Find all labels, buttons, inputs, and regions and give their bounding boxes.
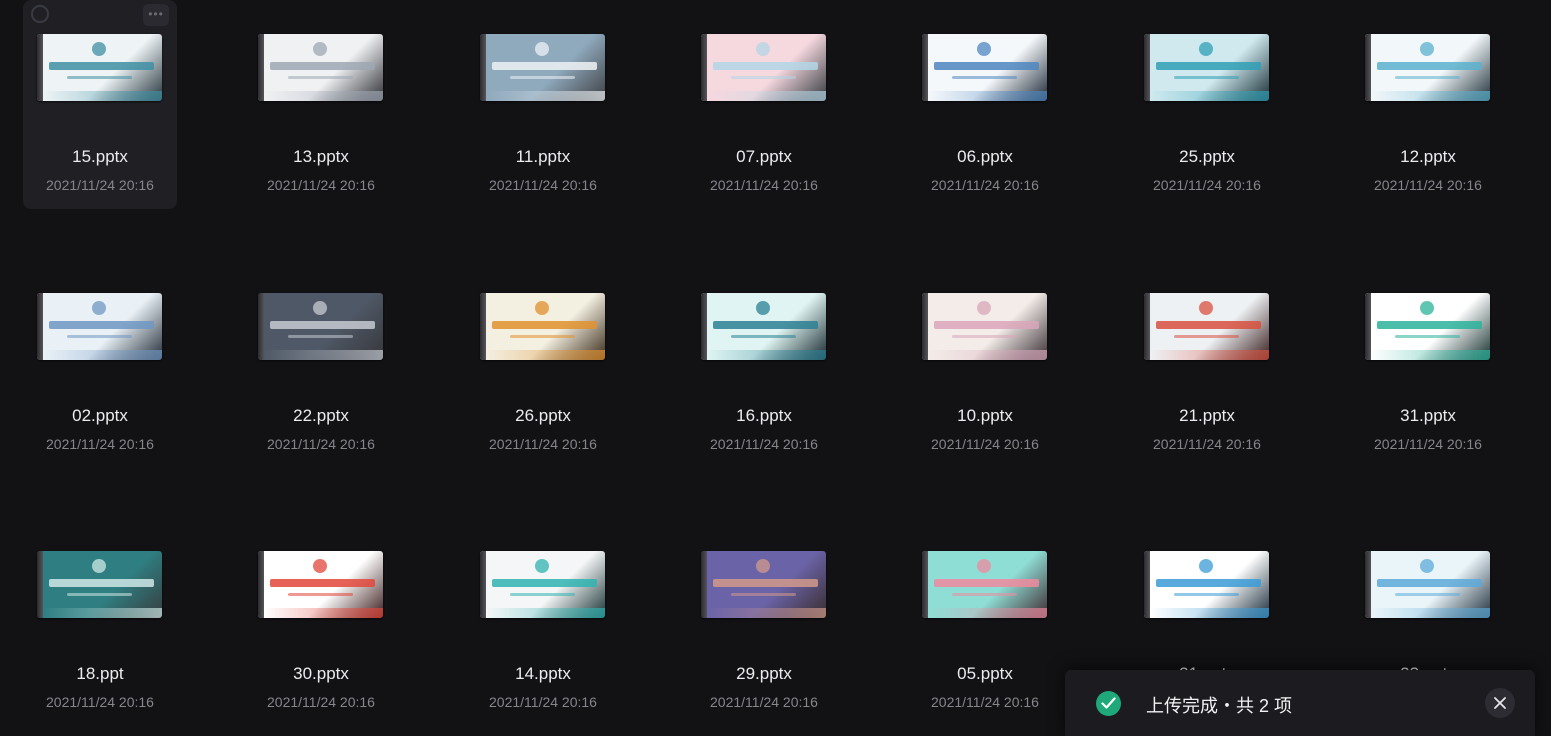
file-tile[interactable]: 31.pptx 2021/11/24 20:16	[1351, 259, 1505, 468]
file-name: 29.pptx	[736, 664, 792, 683]
file-date: 2021/11/24 20:16	[710, 436, 818, 452]
file-date: 2021/11/24 20:16	[931, 436, 1039, 452]
file-tile[interactable]: 13.pptx 2021/11/24 20:16	[244, 0, 398, 209]
ellipsis-icon[interactable]: •••	[143, 4, 169, 26]
file-name: 15.pptx	[72, 147, 128, 166]
file-thumbnail	[701, 293, 826, 360]
file-thumbnail	[922, 551, 1047, 618]
file-tile[interactable]: 07.pptx 2021/11/24 20:16	[687, 0, 841, 209]
file-date: 2021/11/24 20:16	[710, 694, 818, 710]
file-tile[interactable]: 16.pptx 2021/11/24 20:16	[687, 259, 841, 468]
file-tile[interactable]: 26.pptx 2021/11/24 20:16	[466, 259, 620, 468]
file-tile[interactable]: 10.pptx 2021/11/24 20:16	[908, 259, 1062, 468]
file-date: 2021/11/24 20:16	[931, 694, 1039, 710]
file-thumbnail	[480, 293, 605, 360]
file-thumbnail	[1144, 551, 1269, 618]
file-name: 30.pptx	[293, 664, 349, 683]
file-date: 2021/11/24 20:16	[267, 436, 375, 452]
circle-checkbox-icon[interactable]	[31, 5, 49, 23]
file-date: 2021/11/24 20:16	[46, 177, 154, 193]
file-thumbnail	[1365, 34, 1490, 101]
check-circle-icon	[1096, 691, 1121, 716]
file-thumbnail	[922, 293, 1047, 360]
file-tile[interactable]: 02.pptx 2021/11/24 20:16	[23, 259, 177, 468]
file-name: 26.pptx	[515, 406, 571, 425]
file-thumbnail	[922, 34, 1047, 101]
file-name: 22.pptx	[293, 406, 349, 425]
file-tile[interactable]: 18.ppt 2021/11/24 20:16	[23, 517, 177, 726]
file-tile[interactable]: 11.pptx 2021/11/24 20:16	[466, 0, 620, 209]
file-browser: ••• 15.pptx 2021/11/24 20:16 13.pptx 2021/11…	[0, 0, 1551, 736]
upload-toast: 上传完成・共 2 项	[1065, 670, 1535, 736]
file-name: 12.pptx	[1400, 147, 1456, 166]
file-tile[interactable]: 25.pptx 2021/11/24 20:16	[1130, 0, 1284, 209]
file-thumbnail	[37, 34, 162, 101]
close-icon	[1494, 697, 1506, 709]
file-name: 10.pptx	[957, 406, 1013, 425]
file-tile[interactable]: 06.pptx 2021/11/24 20:16	[908, 0, 1062, 209]
file-thumbnail	[258, 551, 383, 618]
file-date: 2021/11/24 20:16	[710, 177, 818, 193]
file-thumbnail	[1365, 293, 1490, 360]
toast-close-button[interactable]	[1485, 688, 1515, 718]
file-grid: ••• 15.pptx 2021/11/24 20:16 13.pptx 2021/11…	[0, 0, 1551, 736]
file-thumbnail	[480, 551, 605, 618]
file-date: 2021/11/24 20:16	[46, 694, 154, 710]
file-date: 2021/11/24 20:16	[267, 177, 375, 193]
file-name: 16.pptx	[736, 406, 792, 425]
file-date: 2021/11/24 20:16	[267, 694, 375, 710]
toast-message: 上传完成・共 2 项	[1146, 696, 1293, 716]
file-thumbnail	[258, 293, 383, 360]
file-tile[interactable]: 12.pptx 2021/11/24 20:16	[1351, 0, 1505, 209]
file-name: 18.ppt	[76, 664, 124, 683]
file-name: 25.pptx	[1179, 147, 1235, 166]
file-tile[interactable]: 30.pptx 2021/11/24 20:16	[244, 517, 398, 726]
file-tile[interactable]: 14.pptx 2021/11/24 20:16	[466, 517, 620, 726]
file-tile[interactable]: 21.pptx 2021/11/24 20:16	[1130, 259, 1284, 468]
file-name: 21.pptx	[1179, 406, 1235, 425]
file-name: 02.pptx	[72, 406, 128, 425]
file-name: 13.pptx	[293, 147, 349, 166]
file-thumbnail	[480, 34, 605, 101]
file-thumbnail	[701, 34, 826, 101]
file-date: 2021/11/24 20:16	[489, 436, 597, 452]
file-date: 2021/11/24 20:16	[46, 436, 154, 452]
file-thumbnail	[701, 551, 826, 618]
file-thumbnail	[258, 34, 383, 101]
file-thumbnail	[1144, 34, 1269, 101]
file-tile[interactable]: 29.pptx 2021/11/24 20:16	[687, 517, 841, 726]
file-name: 06.pptx	[957, 147, 1013, 166]
file-tile[interactable]: 22.pptx 2021/11/24 20:16	[244, 259, 398, 468]
file-thumbnail	[1144, 293, 1269, 360]
file-thumbnail	[1365, 551, 1490, 618]
file-tile[interactable]: ••• 15.pptx 2021/11/24 20:16	[23, 0, 177, 209]
file-date: 2021/11/24 20:16	[489, 177, 597, 193]
file-thumbnail	[37, 551, 162, 618]
file-date: 2021/11/24 20:16	[1374, 177, 1482, 193]
file-thumbnail	[37, 293, 162, 360]
file-name: 05.pptx	[957, 664, 1013, 683]
file-date: 2021/11/24 20:16	[1153, 436, 1261, 452]
file-date: 2021/11/24 20:16	[1374, 436, 1482, 452]
file-tile[interactable]: 05.pptx 2021/11/24 20:16	[908, 517, 1062, 726]
file-date: 2021/11/24 20:16	[489, 694, 597, 710]
file-name: 07.pptx	[736, 147, 792, 166]
file-name: 31.pptx	[1400, 406, 1456, 425]
file-name: 11.pptx	[515, 147, 571, 166]
file-date: 2021/11/24 20:16	[1153, 177, 1261, 193]
file-name: 14.pptx	[515, 664, 571, 683]
file-date: 2021/11/24 20:16	[931, 177, 1039, 193]
